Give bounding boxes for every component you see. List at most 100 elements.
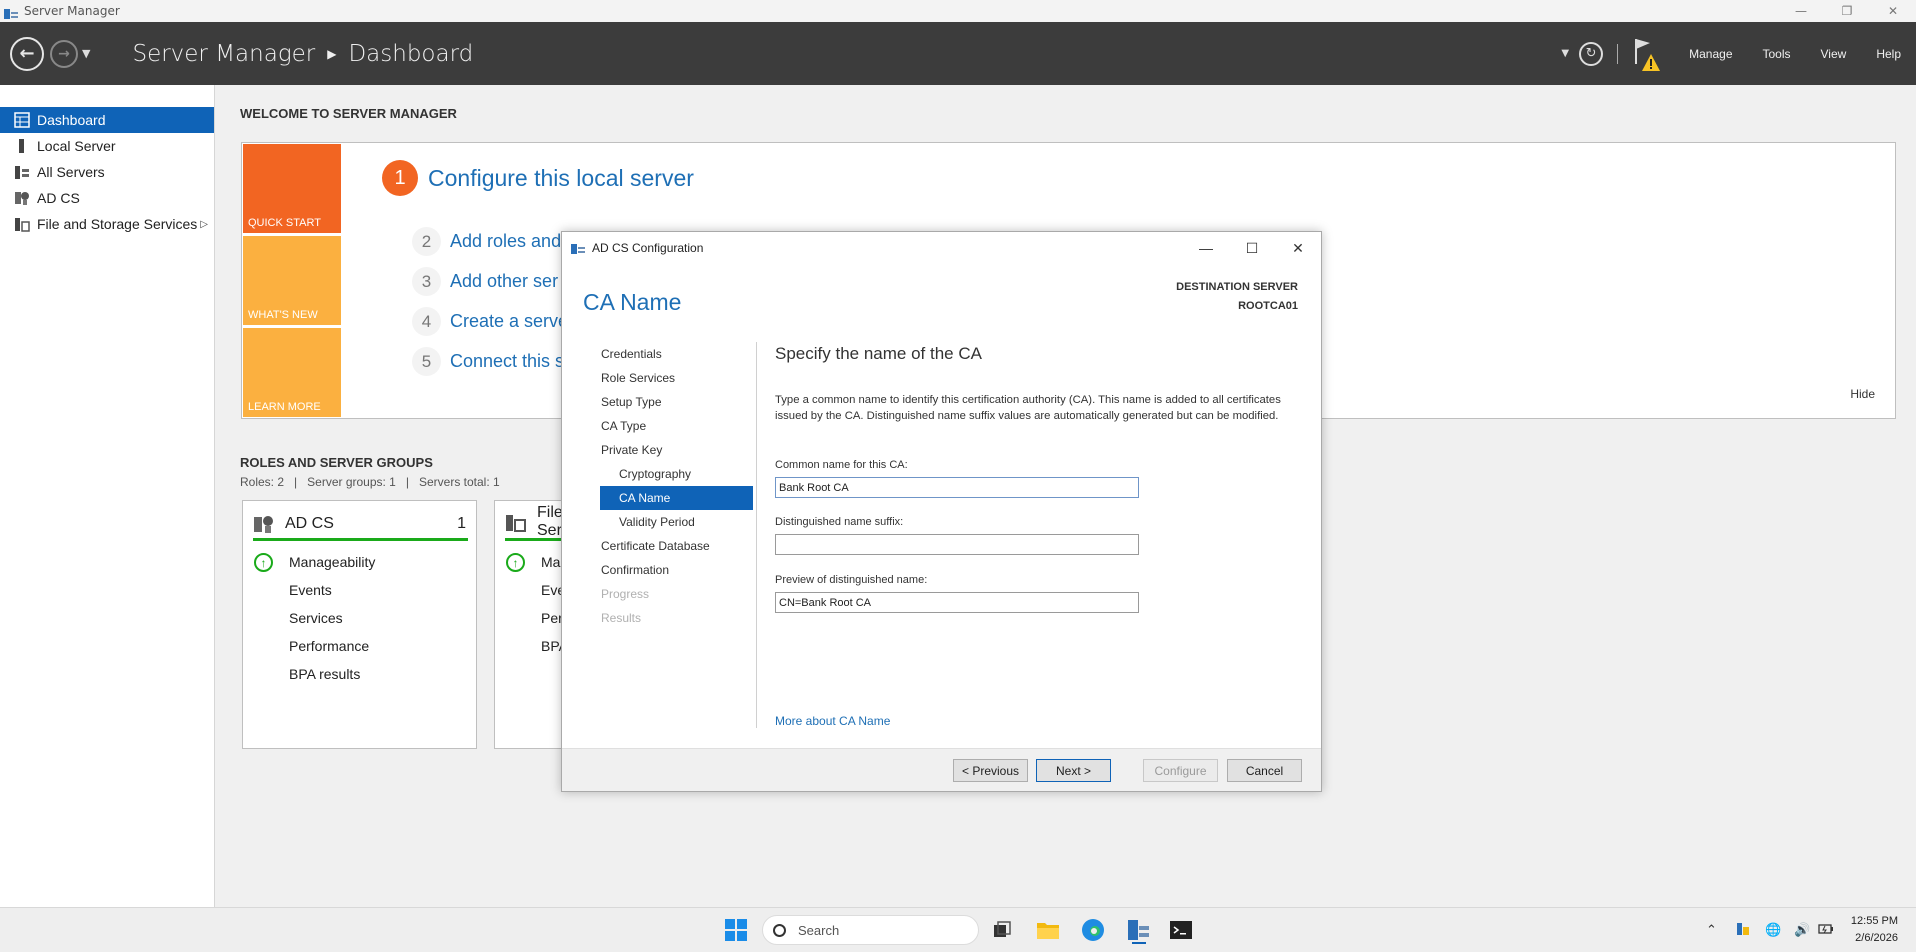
tile-quick-start[interactable]: QUICK START xyxy=(243,144,341,233)
clock-time[interactable]: 12:55 PM xyxy=(1851,915,1898,927)
wizard-step-ca-type[interactable]: CA Type xyxy=(600,414,753,438)
window-title: Server Manager xyxy=(24,4,120,18)
wizard-step-credentials[interactable]: Credentials xyxy=(600,342,753,366)
hide-welcome-link[interactable]: Hide xyxy=(1850,387,1875,401)
step-link[interactable]: Connect this s xyxy=(450,351,564,372)
forward-button[interactable]: → xyxy=(50,39,78,68)
more-about-ca-name-link[interactable]: More about CA Name xyxy=(775,714,890,728)
wizard-step-role-services[interactable]: Role Services xyxy=(600,366,753,390)
close-button[interactable]: ✕ xyxy=(1870,0,1916,22)
previous-button[interactable]: < Previous xyxy=(953,759,1028,782)
tile-whats-new[interactable]: WHAT'S NEW xyxy=(243,236,341,325)
card-row-manageability[interactable]: Manageability xyxy=(289,554,375,570)
edge-browser-icon[interactable] xyxy=(1079,916,1107,944)
app-header: ← → ▼ Server Manager ▶ Dashboard ▼ ↻ Man… xyxy=(0,22,1916,85)
step-create-server-group[interactable]: 4 Create a serve xyxy=(412,307,568,336)
step-link[interactable]: Create a serve xyxy=(450,311,568,332)
wizard-nav: Credentials Role Services Setup Type CA … xyxy=(600,342,753,630)
tile-learn-more[interactable]: LEARN MORE xyxy=(243,328,341,417)
dn-preview-field xyxy=(775,592,1139,613)
storage-icon xyxy=(14,216,30,232)
step-link[interactable]: Add roles and xyxy=(450,231,561,252)
menu-view[interactable]: View xyxy=(1821,47,1847,61)
sidebar-item-ad-cs[interactable]: AD CS xyxy=(0,185,214,211)
dialog-maximize-button[interactable]: ☐ xyxy=(1229,232,1275,264)
servers-icon xyxy=(14,164,30,180)
step-number: 4 xyxy=(412,307,441,336)
wizard-step-confirmation[interactable]: Confirmation xyxy=(600,558,753,582)
dropdown-icon[interactable]: ▼ xyxy=(1561,48,1569,59)
next-button[interactable]: Next > xyxy=(1036,759,1111,782)
server-icon xyxy=(14,138,30,154)
step-link[interactable]: Configure this local server xyxy=(428,165,694,192)
tray-app-icon[interactable] xyxy=(1736,922,1750,939)
dialog-minimize-button[interactable]: — xyxy=(1183,232,1229,264)
windows-start-icon[interactable] xyxy=(722,916,750,944)
step-connect-server[interactable]: 5 Connect this s xyxy=(412,347,564,376)
dn-preview-label: Preview of distinguished name: xyxy=(775,574,928,586)
task-view-icon[interactable] xyxy=(988,916,1016,944)
sidebar-item-local-server[interactable]: Local Server xyxy=(0,133,214,159)
card-row-performance[interactable]: Performance xyxy=(289,638,369,654)
back-button[interactable]: ← xyxy=(10,36,44,71)
step-configure-local-server[interactable]: 1 Configure this local server xyxy=(382,160,694,196)
restore-button[interactable]: ❐ xyxy=(1824,0,1870,22)
dn-suffix-input[interactable] xyxy=(775,534,1139,555)
card-row-events[interactable]: Events xyxy=(289,582,332,598)
common-name-input[interactable] xyxy=(775,477,1139,498)
wizard-step-certificate-database[interactable]: Certificate Database xyxy=(600,534,753,558)
clock-date[interactable]: 2/6/2026 xyxy=(1855,932,1898,944)
roles-summary: Roles: 2 | Server groups: 1 | Servers to… xyxy=(240,475,500,489)
status-up-icon: ↑ xyxy=(506,553,525,572)
wizard-step-cryptography[interactable]: Cryptography xyxy=(600,462,753,486)
card-title: AD CS xyxy=(285,514,334,532)
breadcrumb-app[interactable]: Server Manager xyxy=(132,41,315,67)
dialog-close-button[interactable]: ✕ xyxy=(1275,232,1321,264)
step-link[interactable]: Add other ser xyxy=(450,271,558,292)
chevron-right-icon[interactable]: ▷ xyxy=(200,219,208,230)
wizard-step-setup-type[interactable]: Setup Type xyxy=(600,390,753,414)
wizard-step-ca-name[interactable]: CA Name xyxy=(600,486,753,510)
step-add-roles[interactable]: 2 Add roles and xyxy=(412,227,561,256)
roles-heading: ROLES AND SERVER GROUPS xyxy=(240,455,433,470)
sidebar-item-label: Dashboard xyxy=(37,112,106,128)
terminal-icon[interactable] xyxy=(1167,916,1195,944)
step-number: 1 xyxy=(382,160,418,196)
wizard-step-private-key[interactable]: Private Key xyxy=(600,438,753,462)
sidebar-item-all-servers[interactable]: All Servers xyxy=(0,159,214,185)
step-number: 2 xyxy=(412,227,441,256)
menu-help[interactable]: Help xyxy=(1876,47,1901,61)
dialog-titlebar[interactable]: AD CS Configuration — ☐ ✕ xyxy=(562,232,1321,264)
card-row-services[interactable]: Services xyxy=(289,610,343,626)
menu-manage[interactable]: Manage xyxy=(1689,47,1732,61)
cancel-button[interactable]: Cancel xyxy=(1227,759,1302,782)
dashboard-icon xyxy=(14,112,30,128)
history-dropdown-icon[interactable]: ▼ xyxy=(82,47,90,60)
chevron-up-icon[interactable]: ⌃ xyxy=(1706,922,1717,938)
server-manager-taskbar-icon[interactable] xyxy=(1124,916,1152,944)
ad-cs-configuration-dialog: AD CS Configuration — ☐ ✕ CA Name DESTIN… xyxy=(561,231,1322,792)
window-titlebar: Server Manager — ❐ ✕ xyxy=(0,0,1916,22)
globe-icon[interactable]: 🌐 xyxy=(1765,922,1781,938)
battery-icon[interactable] xyxy=(1818,922,1834,939)
sidebar-item-file-storage[interactable]: File and Storage Services ▷ xyxy=(0,211,214,237)
dialog-footer: < Previous Next > Configure Cancel xyxy=(562,748,1321,791)
certificate-icon xyxy=(253,514,275,534)
step-add-other-servers[interactable]: 3 Add other ser xyxy=(412,267,558,296)
volume-icon[interactable]: 🔊 xyxy=(1794,922,1810,938)
taskbar-search[interactable]: Search xyxy=(762,915,979,945)
card-row-bpa-results[interactable]: BPA results xyxy=(289,666,360,682)
card-header[interactable]: AD CS 1 xyxy=(253,509,468,541)
notifications-flag-icon[interactable] xyxy=(1632,34,1662,74)
card-title: File Ser xyxy=(537,503,563,539)
sidebar-item-dashboard[interactable]: Dashboard xyxy=(0,107,214,133)
file-explorer-icon[interactable] xyxy=(1034,916,1062,944)
refresh-icon[interactable]: ↻ xyxy=(1579,41,1604,66)
wizard-step-validity-period[interactable]: Validity Period xyxy=(600,510,753,534)
search-icon xyxy=(773,923,786,937)
menu-tools[interactable]: Tools xyxy=(1763,47,1791,61)
minimize-button[interactable]: — xyxy=(1778,0,1824,22)
configure-button: Configure xyxy=(1143,759,1218,782)
destination-server-value: ROOTCA01 xyxy=(1238,300,1298,312)
role-card-ad-cs[interactable]: AD CS 1 ↑ Manageability Events Services … xyxy=(242,500,477,749)
